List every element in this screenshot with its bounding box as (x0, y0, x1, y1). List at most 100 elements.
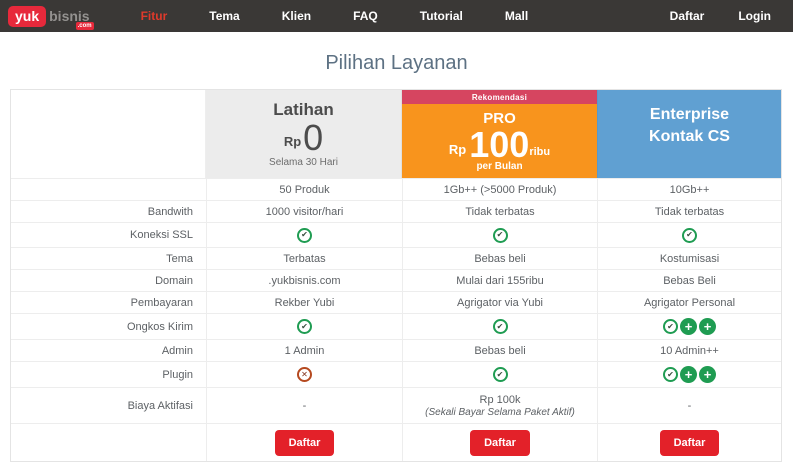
row-label: Tema (11, 248, 206, 269)
plus-icon: + (680, 318, 697, 335)
rekomendasi-badge: Rekomendasi (402, 90, 597, 104)
feature-value: 1000 visitor/hari (266, 206, 344, 218)
pro-currency: Rp (449, 143, 466, 156)
table-row: Bandwith 1000 visitor/hari Tidak terbatas T… (11, 200, 781, 222)
table-row: Plugin✕✔✔++ (11, 361, 781, 387)
feature-value: 50 Produk (279, 184, 329, 196)
feature-note: (Sekali Bayar Selama Paket Aktif) (425, 407, 575, 418)
feature-cell: Agrigator via Yubi (402, 292, 597, 313)
feature-cell: 10 Admin++ (597, 340, 781, 361)
row-label: Pembayaran (11, 292, 206, 313)
feature-value: Rekber Yubi (275, 297, 335, 309)
row-label: Domain (11, 270, 206, 291)
feature-cell: 50 Produk (206, 179, 402, 200)
feature-value: Mulai dari 155ribu (456, 275, 543, 287)
daftar-button-latihan[interactable]: Daftar (275, 430, 335, 456)
pro-price-unit: ribu (529, 147, 550, 158)
row-label: Admin (11, 340, 206, 361)
table-row: 50 Produk 1Gb++ (>5000 Produk) 10Gb++ (11, 178, 781, 200)
latihan-period: Selama 30 Hari (269, 157, 338, 168)
top-navbar: yuk bisnis.com FiturTemaKlienFAQTutorial… (0, 0, 793, 32)
table-row: TemaTerbatas Bebas beli Kostumisasi (11, 247, 781, 269)
nav-item-mall[interactable]: Mall (484, 0, 549, 32)
nav-menu: FiturTemaKlienFAQTutorialMall (120, 0, 550, 32)
header-empty-cell (11, 90, 206, 178)
feature-cell: ✔ (402, 362, 597, 387)
nav-right-menu: DaftarLogin (653, 0, 793, 32)
feature-cell: Terbatas (206, 248, 402, 269)
feature-cell: Rekber Yubi (206, 292, 402, 313)
feature-value: Bebas beli (474, 253, 525, 265)
feature-value: Bebas Beli (663, 275, 716, 287)
feature-cell: Rp 100k(Sekali Bayar Selama Paket Aktif) (402, 388, 597, 423)
row-label: Biaya Aktifasi (11, 388, 206, 423)
pro-period: per Bulan (476, 161, 522, 172)
feature-cell: Mulai dari 155ribu (402, 270, 597, 291)
feature-cell: ✕ (206, 362, 402, 387)
page-title: Pilihan Layanan (0, 52, 793, 75)
feature-value: 10 Admin++ (660, 345, 719, 357)
nav-item-klien[interactable]: Klien (261, 0, 332, 32)
daftar-button-enterprise[interactable]: Daftar (660, 430, 720, 456)
table-row: Koneksi SSL✔✔✔ (11, 222, 781, 247)
latihan-price: 0 (303, 120, 323, 156)
feature-cell: Kostumisasi (597, 248, 781, 269)
plan-header-pro: Rekomendasi PRO Rp 100 ribu per Bulan (402, 90, 597, 178)
nav-item-login[interactable]: Login (721, 0, 793, 32)
feature-cell: Tidak terbatas (597, 201, 781, 222)
feature-value: 1 Admin (285, 345, 325, 357)
plus-icon: + (699, 318, 716, 335)
row-label: Koneksi SSL (11, 223, 206, 247)
feature-cell: ✔ (206, 223, 402, 247)
check-icon: ✔ (493, 367, 508, 382)
feature-cell: 1Gb++ (>5000 Produk) (402, 179, 597, 200)
row-label: Bandwith (11, 201, 206, 222)
plan-header-latihan: Latihan Rp 0 Selama 30 Hari (206, 90, 402, 178)
daftar-button-pro[interactable]: Daftar (470, 430, 530, 456)
check-icon: ✔ (663, 319, 678, 334)
nav-item-tutorial[interactable]: Tutorial (399, 0, 484, 32)
check-icon: ✔ (297, 319, 312, 334)
logo-yuk-badge: yuk (8, 6, 46, 27)
feature-value: Kostumisasi (660, 253, 719, 265)
feature-value: Agrigator via Yubi (457, 297, 543, 309)
feature-cell: ✔++ (597, 362, 781, 387)
nav-item-faq[interactable]: FAQ (332, 0, 399, 32)
nav-item-daftar[interactable]: Daftar (653, 0, 722, 32)
check-icon: ✔ (493, 228, 508, 243)
feature-cell: 1 Admin (206, 340, 402, 361)
table-row: Admin 1 Admin Bebas beli 10 Admin++ (11, 339, 781, 361)
feature-cell: .yukbisnis.com (206, 270, 402, 291)
pricing-table: Latihan Rp 0 Selama 30 Hari Rekomendasi … (10, 89, 782, 462)
feature-value: - (688, 400, 692, 412)
latihan-currency: Rp (284, 135, 301, 148)
nav-item-fitur[interactable]: Fitur (120, 0, 189, 32)
check-icon: ✔ (663, 367, 678, 382)
plan-header-row: Latihan Rp 0 Selama 30 Hari Rekomendasi … (11, 90, 781, 178)
check-icon: ✔ (493, 319, 508, 334)
logo-com-badge: .com (76, 22, 94, 30)
feature-value: .yukbisnis.com (268, 275, 340, 287)
table-row: Ongkos Kirim✔✔✔++ (11, 313, 781, 339)
feature-value: - (303, 400, 307, 412)
feature-cell: ✔ (206, 314, 402, 339)
table-row: Domain .yukbisnis.com Mulai dari 155ribu Be… (11, 269, 781, 291)
feature-cell: Bebas beli (402, 340, 597, 361)
feature-cell: Bebas Beli (597, 270, 781, 291)
plus-icon: + (680, 366, 697, 383)
feature-cell: Agrigator Personal (597, 292, 781, 313)
feature-value: 10Gb++ (670, 184, 710, 196)
feature-value: Tidak terbatas (655, 206, 724, 218)
plan-header-enterprise: Enterprise Kontak CS (597, 90, 781, 178)
row-label: Ongkos Kirim (11, 314, 206, 339)
feature-value: Tidak terbatas (465, 206, 534, 218)
feature-cell: ✔ (402, 223, 597, 247)
feature-cell: ✔ (597, 223, 781, 247)
nav-item-tema[interactable]: Tema (188, 0, 260, 32)
feature-cell: ✔ (402, 314, 597, 339)
enterprise-subtitle: Kontak CS (649, 126, 730, 148)
table-row: Biaya Aktifasi - Rp 100k(Sekali Bayar Sela… (11, 387, 781, 423)
yukbisnis-logo[interactable]: yuk bisnis.com (8, 6, 90, 27)
signup-row-label (11, 424, 206, 461)
enterprise-plan-name: Enterprise (650, 104, 729, 126)
